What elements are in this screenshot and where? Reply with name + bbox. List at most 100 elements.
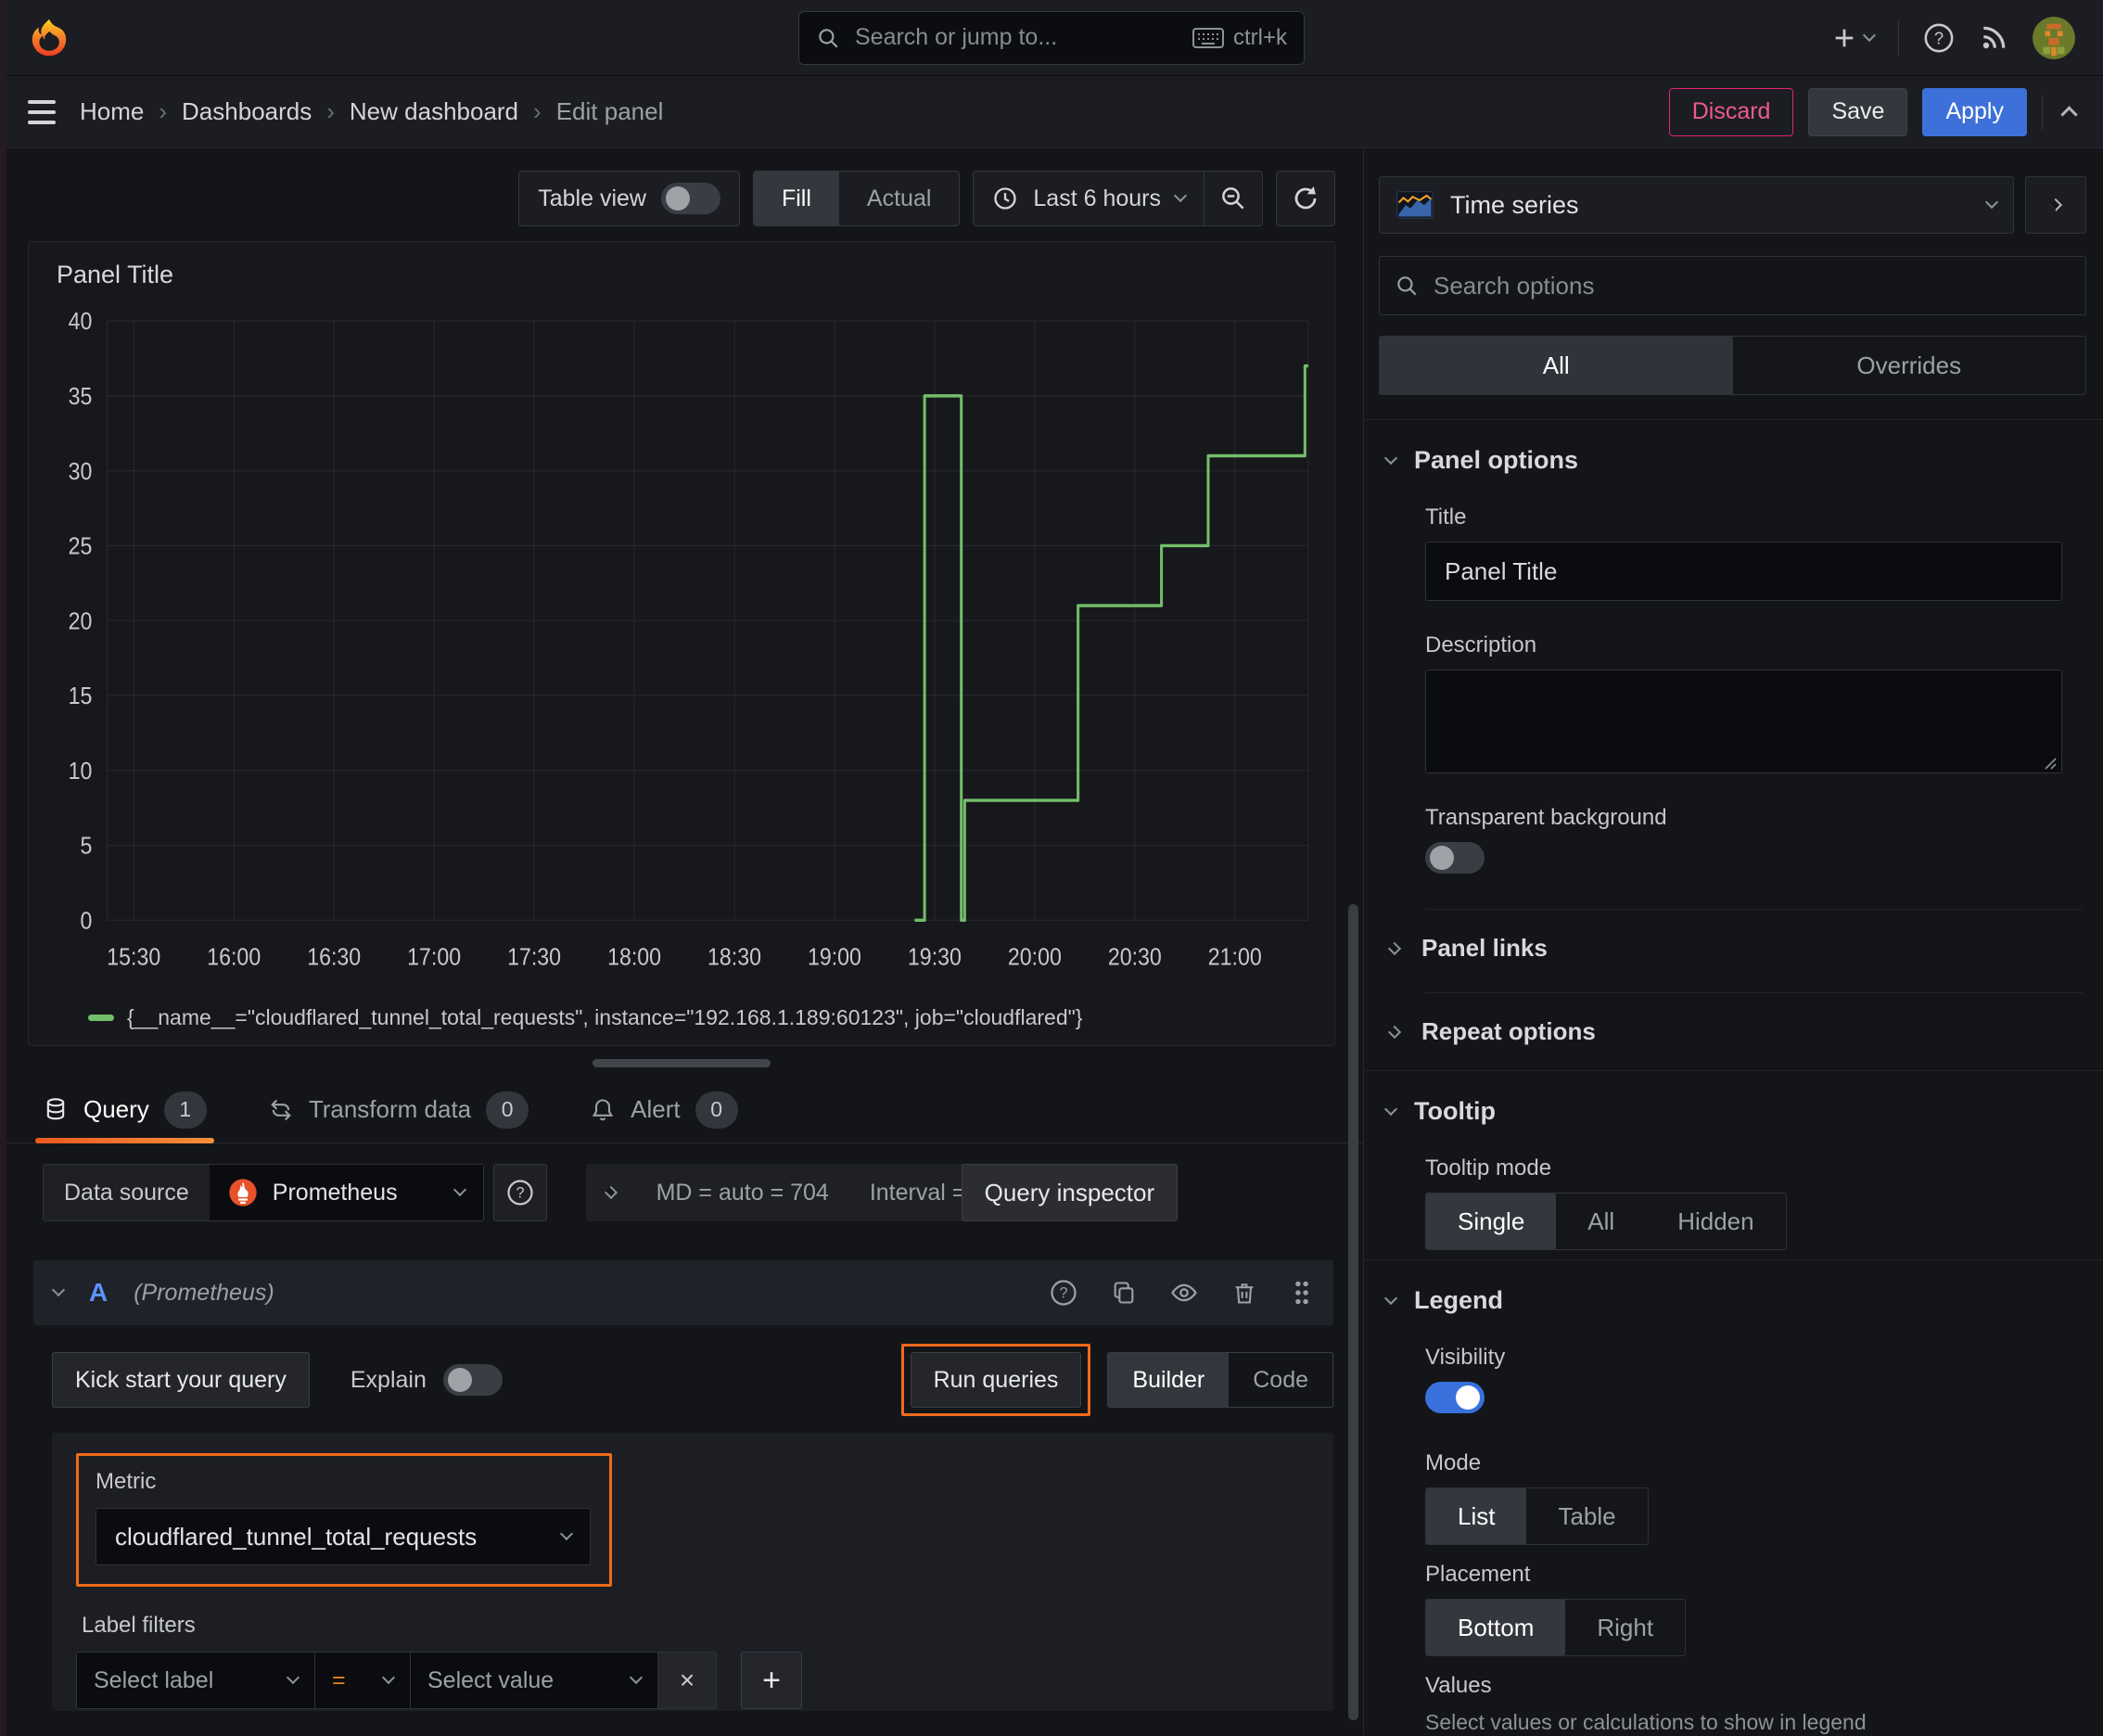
query-options-summary[interactable]: MD = auto = 704 Interval = 30s xyxy=(585,1164,1010,1221)
options-search[interactable] xyxy=(1379,256,2086,315)
tooltip-mode-hidden[interactable]: Hidden xyxy=(1646,1194,1785,1249)
legend-mode-label: Mode xyxy=(1425,1450,1482,1475)
bell-icon xyxy=(592,1098,614,1120)
breadcrumb-edit-panel: Edit panel xyxy=(555,97,664,125)
datasource-help-button[interactable]: ? xyxy=(492,1164,547,1221)
run-queries-annotation-box: Run queries xyxy=(900,1344,1091,1416)
tab-alert[interactable]: Alert 0 xyxy=(590,1077,738,1142)
time-range-picker[interactable]: Last 6 hours xyxy=(974,185,1204,212)
panel-preview: Panel Title 0 5 10 15 20 25 30 35 40 15:30 16:00 16… xyxy=(28,241,1335,1046)
help-button[interactable]: ? xyxy=(1923,22,1955,54)
tab-overrides[interactable]: Overrides xyxy=(1733,337,2086,394)
fill-option[interactable]: Fill xyxy=(753,172,839,225)
discard-button[interactable]: Discard xyxy=(1668,87,1794,136)
table-view-toggle[interactable] xyxy=(660,183,720,214)
chevron-down-icon xyxy=(1173,188,1188,203)
svg-text:35: 35 xyxy=(69,384,93,411)
apply-button[interactable]: Apply xyxy=(1922,87,2027,136)
query-row-actions: ? xyxy=(1050,1279,1313,1307)
options-search-input[interactable] xyxy=(1432,270,2071,301)
panel-title-input[interactable] xyxy=(1425,542,2062,601)
global-search[interactable]: ctrl+k xyxy=(798,10,1305,65)
legend-series-label[interactable]: {__name__="cloudflared_tunnel_total_requ… xyxy=(127,1005,1082,1030)
menu-toggle-button[interactable] xyxy=(28,99,56,124)
remove-filter-button[interactable]: × xyxy=(657,1652,717,1709)
svg-text:16:30: 16:30 xyxy=(307,944,361,971)
resize-grip-icon xyxy=(2045,758,2057,770)
legend-swatch[interactable] xyxy=(88,1015,114,1021)
user-avatar[interactable] xyxy=(2033,16,2075,59)
save-button[interactable]: Save xyxy=(1808,87,1908,136)
delete-query-button[interactable] xyxy=(1231,1280,1257,1306)
breadcrumb-dashboards[interactable]: Dashboards xyxy=(182,97,312,126)
tab-transform-data[interactable]: Transform data 0 xyxy=(268,1077,529,1142)
operator-value: = xyxy=(332,1666,346,1693)
operator-dropdown[interactable]: = xyxy=(314,1652,411,1709)
breadcrumb-home[interactable]: Home xyxy=(80,97,144,126)
select-label-dropdown[interactable]: Select label xyxy=(76,1652,315,1709)
grafana-logo[interactable] xyxy=(28,17,70,59)
kick-start-query-button[interactable]: Kick start your query xyxy=(52,1352,310,1408)
code-option[interactable]: Code xyxy=(1229,1353,1332,1407)
legend-header[interactable]: Legend xyxy=(1364,1260,2103,1337)
news-button[interactable] xyxy=(1979,23,2008,53)
legend-placement-bottom[interactable]: Bottom xyxy=(1426,1600,1566,1655)
legend-placement-right[interactable]: Right xyxy=(1565,1600,1685,1655)
legend-values-label: Values xyxy=(1425,1673,1492,1698)
metric-label: Metric xyxy=(96,1469,157,1494)
collapse-options-button[interactable] xyxy=(2060,103,2078,123)
transparent-background-toggle[interactable] xyxy=(1425,842,1485,874)
help-icon: ? xyxy=(1051,1280,1077,1306)
query-inspector-button[interactable]: Query inspector xyxy=(961,1164,1179,1221)
legend-mode-list[interactable]: List xyxy=(1426,1488,1527,1544)
actual-option[interactable]: Actual xyxy=(839,172,959,225)
drag-query-handle[interactable] xyxy=(1291,1279,1313,1307)
svg-text:18:00: 18:00 xyxy=(607,944,661,971)
add-new-button[interactable] xyxy=(1831,25,1877,51)
legend-visibility-toggle[interactable] xyxy=(1425,1382,1485,1413)
tab-query[interactable]: Query 1 xyxy=(35,1077,214,1143)
duplicate-query-button[interactable] xyxy=(1111,1280,1137,1306)
toggle-viz-picker-button[interactable] xyxy=(2025,176,2086,234)
refresh-button[interactable] xyxy=(1277,172,1334,225)
chevron-down-icon xyxy=(559,1526,574,1541)
query-row-header[interactable]: A (Prometheus) ? xyxy=(33,1260,1333,1325)
tab-all[interactable]: All xyxy=(1380,337,1733,394)
panel-options-fields: Title Description Transparent background xyxy=(1364,504,2103,903)
legend-mode-table[interactable]: Table xyxy=(1526,1488,1647,1544)
select-value-dropdown[interactable]: Select value xyxy=(410,1652,658,1709)
tooltip-mode-all[interactable]: All xyxy=(1556,1194,1646,1249)
search-shortcut: ctrl+k xyxy=(1192,25,1287,51)
vertical-scrollbar[interactable] xyxy=(1348,904,1358,1720)
explain-toggle[interactable] xyxy=(442,1364,503,1396)
builder-option[interactable]: Builder xyxy=(1108,1353,1230,1407)
tooltip-mode-single[interactable]: Single xyxy=(1426,1194,1557,1249)
clock-icon xyxy=(994,187,1017,210)
window-edge-stripe xyxy=(0,0,6,1736)
repeat-options-row[interactable]: Repeat options xyxy=(1364,993,2103,1070)
breadcrumb-new-dashboard[interactable]: New dashboard xyxy=(350,97,518,126)
tooltip-fields: Tooltip mode Single All Hidden xyxy=(1364,1155,2103,1259)
panel-links-row[interactable]: Panel links xyxy=(1364,910,2103,987)
svg-text:20: 20 xyxy=(69,608,93,635)
panel-links-label: Panel links xyxy=(1421,934,1548,962)
zoom-out-button[interactable] xyxy=(1204,172,1262,225)
panel-description-input[interactable] xyxy=(1425,670,2062,773)
run-queries-button[interactable]: Run queries xyxy=(910,1352,1082,1408)
metric-select[interactable]: cloudflared_tunnel_total_requests xyxy=(96,1508,591,1565)
visualization-select[interactable]: Time series xyxy=(1379,176,2014,234)
resize-handle[interactable] xyxy=(593,1059,771,1067)
chevron-down-icon xyxy=(1383,451,1398,465)
copy-icon xyxy=(1114,1282,1134,1304)
database-icon xyxy=(46,1097,65,1119)
panel-options-header[interactable]: Panel options xyxy=(1364,420,2103,497)
add-filter-button[interactable]: + xyxy=(741,1652,802,1709)
datasource-select[interactable]: Prometheus xyxy=(209,1165,483,1220)
toggle-query-visibility-button[interactable] xyxy=(1170,1279,1198,1307)
global-search-input[interactable] xyxy=(853,23,1179,52)
svg-text:0: 0 xyxy=(80,908,92,935)
legend-values-help: Select values or calculations to show in… xyxy=(1425,1710,1867,1734)
svg-text:16:00: 16:00 xyxy=(207,944,261,971)
tooltip-header[interactable]: Tooltip xyxy=(1364,1071,2103,1148)
query-help-button[interactable]: ? xyxy=(1050,1279,1077,1307)
